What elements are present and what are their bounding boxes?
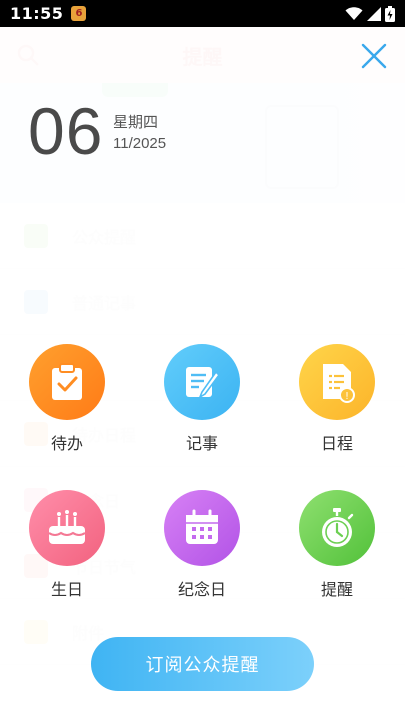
close-icon: [361, 43, 387, 69]
svg-text:!: !: [345, 391, 349, 402]
schedule-button[interactable]: ! 日程: [287, 344, 387, 454]
date-month-year: 11/2025: [113, 135, 167, 152]
anniversary-button[interactable]: 纪念日: [152, 490, 252, 600]
reminder-button[interactable]: 提醒: [287, 490, 387, 600]
schedule-label: 日程: [320, 434, 353, 453]
status-bar: 11:55 6: [0, 0, 405, 27]
status-icons: [345, 5, 395, 22]
note-pen-icon: [164, 344, 240, 420]
notification-badge-icon: 6: [71, 6, 87, 21]
signal-icon: [367, 6, 381, 21]
schedule-list-icon: !: [299, 344, 375, 420]
birthday-button[interactable]: 生日: [17, 490, 117, 600]
birthday-label: 生日: [50, 580, 83, 599]
reminder-label: 提醒: [320, 580, 353, 599]
date-weekday: 星期四: [113, 113, 159, 131]
subscribe-public-reminder-button[interactable]: 订阅公众提醒: [91, 637, 314, 691]
close-button[interactable]: [360, 42, 388, 70]
date-day: 06: [28, 94, 104, 168]
stopwatch-icon: [299, 490, 375, 566]
todo-label: 待办: [50, 434, 83, 453]
anniversary-label: 纪念日: [177, 580, 226, 599]
birthday-cake-icon: [29, 490, 105, 566]
note-button[interactable]: 记事: [152, 344, 252, 454]
calendar-icon: [164, 490, 240, 566]
note-label: 记事: [185, 434, 218, 453]
battery-icon: [385, 5, 395, 22]
wifi-icon: [345, 6, 363, 20]
todo-button[interactable]: 待办: [17, 344, 117, 454]
todo-clipboard-icon: [29, 344, 105, 420]
status-time: 11:55: [10, 4, 64, 23]
